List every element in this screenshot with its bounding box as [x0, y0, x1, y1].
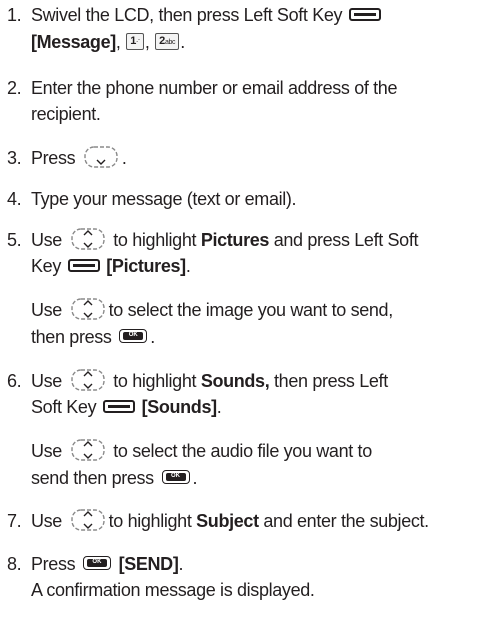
step-4: 4. Type your message (text or email). — [7, 187, 297, 212]
keypad-1-icon: 1‧¨ — [126, 32, 144, 50]
ok-key-icon: OK — [161, 470, 190, 485]
bold-label: Pictures — [200, 230, 270, 250]
step-number: 6. — [7, 371, 22, 391]
step-8: 8. Press OK [SEND]. — [7, 552, 183, 577]
bold-label: Subject — [196, 511, 259, 531]
step-7: 7. Use to highlight Subject and enter the… — [7, 509, 429, 534]
step-6-sub-line-2: send then press OK. — [31, 468, 198, 488]
step-2: 2. Enter the phone number or email addres… — [7, 76, 397, 101]
instruction-page: 1. Swivel the LCD, then press Left Soft K… — [0, 0, 477, 622]
step-number: 3. — [7, 148, 22, 168]
step-number: 7. — [7, 511, 22, 531]
step-6-sub-line-1: Use to select the audio file you want to — [31, 439, 372, 464]
bold-label: [SEND] — [118, 554, 179, 574]
keypad-2-icon: 2abc — [155, 32, 180, 50]
bold-label: [Sounds] — [141, 397, 218, 417]
step-1-line-2: [Message], 1‧¨, 2abc. — [31, 32, 185, 52]
step-8-line-2: A confirmation message is displayed. — [31, 580, 315, 600]
nav-key-icon — [70, 368, 106, 392]
step-5-sub-line-2: then press OK. — [31, 327, 155, 347]
step-number: 4. — [7, 189, 22, 209]
soft-key-icon — [67, 258, 100, 272]
nav-key-icon — [70, 227, 106, 251]
ok-key-icon: OK — [82, 556, 111, 571]
bold-label: [Message] — [31, 32, 116, 52]
step-number: 2. — [7, 78, 22, 98]
soft-key-icon — [102, 399, 135, 413]
step-number: 5. — [7, 230, 22, 250]
step-5: 5. Use to highlight Pictures and press Le… — [7, 227, 419, 253]
nav-key-icon — [83, 145, 119, 169]
step-5-line-2: Key [Pictures]. — [31, 256, 191, 276]
step-text: Swivel the LCD, then press Left Soft Key — [31, 5, 343, 25]
ok-key-icon: OK — [119, 329, 148, 344]
soft-key-icon — [348, 7, 381, 21]
nav-key-icon — [70, 438, 106, 462]
step-text: Press — [31, 148, 76, 168]
step-5-sub-line-1: Use to select the image you want to send… — [31, 298, 393, 323]
bold-label: Sounds, — [200, 371, 270, 391]
step-number: 1. — [7, 5, 22, 25]
nav-key-icon — [70, 297, 106, 321]
step-1: 1. Swivel the LCD, then press Left Soft K… — [7, 3, 383, 28]
step-3: 3. Press . — [7, 146, 127, 171]
step-2-line-2: recipient. — [31, 104, 101, 124]
nav-key-icon — [70, 508, 106, 532]
step-text: Type your message (text or email). — [31, 189, 297, 209]
step-6-line-2: Soft Key [Sounds]. — [31, 397, 222, 417]
step-6: 6. Use to highlight Sounds, then press Le… — [7, 369, 388, 394]
step-text: Enter the phone number or email address … — [31, 78, 398, 98]
bold-label: [Pictures] — [106, 256, 186, 276]
step-number: 8. — [7, 554, 22, 574]
